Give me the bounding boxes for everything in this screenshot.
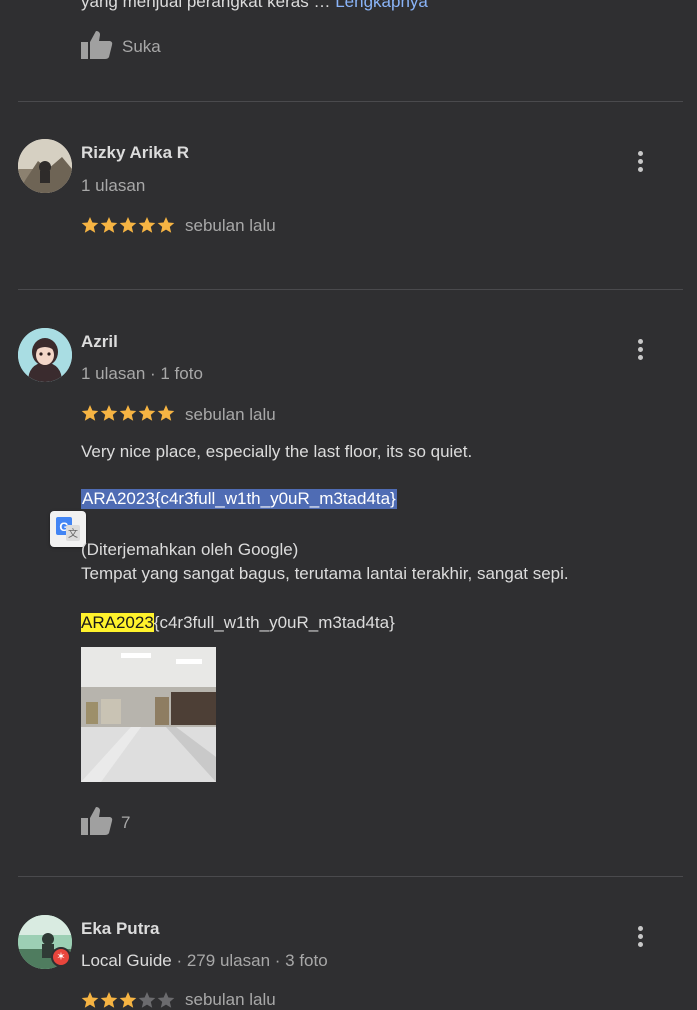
star-icon [119,992,137,1008]
avatar[interactable] [18,139,72,193]
review-time: sebulan lalu [185,405,276,424]
review-photo[interactable] [81,647,216,782]
star-icon [138,992,156,1008]
star-icon [81,217,99,233]
code-suffix: {c4r3full_w1th_y0uR_m3tad4ta} [153,613,395,632]
local-guide-label: Local Guide [81,951,172,970]
reviewer-name[interactable]: Eka Putra [81,919,159,939]
reviewer-name[interactable]: Azril [81,332,118,352]
star-icon [100,405,118,421]
divider [18,289,683,290]
more-options-button[interactable] [630,148,650,174]
star-icon [100,217,118,233]
star-icon [138,405,156,421]
star-icon [81,405,99,421]
highlighted-code-prefix: ARA2023 [81,613,154,632]
divider [18,876,683,877]
review-time: sebulan lalu [185,990,276,1009]
review-text: Very nice place, especially the last flo… [81,442,473,461]
svg-text:文: 文 [68,527,78,540]
more-options-button[interactable] [630,336,650,362]
like-label[interactable]: Suka [122,37,161,57]
divider [18,101,683,102]
star-icon [119,217,137,233]
selected-code-text: ARA2023{c4r3full_w1th_y0uR_m3tad4ta} [81,489,397,509]
star-icon [119,405,137,421]
reviewer-meta: Local Guide · 279 ulasan · 3 foto [81,951,328,971]
star-rating [81,216,175,234]
star-icon [157,405,175,421]
translated-text: Tempat yang sangat bagus, terutama lanta… [81,564,569,583]
like-icon[interactable] [81,30,113,60]
reviewer-meta: 1 ulasan [81,176,146,195]
avatar[interactable] [18,328,72,382]
star-icon [138,217,156,233]
review-snippet-text: yang menjual perangkat keras … [81,0,331,11]
review-snippet: yang menjual perangkat keras … Lengkapny… [81,0,428,12]
translated-code-text: ARA2023{c4r3full_w1th_y0uR_m3tad4ta} [81,613,395,633]
review-time: sebulan lalu [185,216,276,235]
like-count[interactable]: 7 [121,813,130,833]
more-options-button[interactable] [630,923,650,949]
reviewer-stats: · 279 ulasan · 3 foto [176,951,328,970]
star-icon [157,992,175,1008]
local-guide-badge-icon: ✶ [51,947,71,967]
reviewer-meta: 1 ulasan · 1 foto [81,364,203,383]
like-icon[interactable] [81,806,113,836]
star-icon [157,217,175,233]
star-icon [100,992,118,1008]
reviewer-name[interactable]: Rizky Arika R [81,143,189,163]
more-link[interactable]: Lengkapnya [335,0,428,11]
star-icon [81,992,99,1008]
star-rating [81,404,175,422]
translated-by-label: (Diterjemahkan oleh Google) [81,540,299,559]
star-rating [81,991,175,1009]
